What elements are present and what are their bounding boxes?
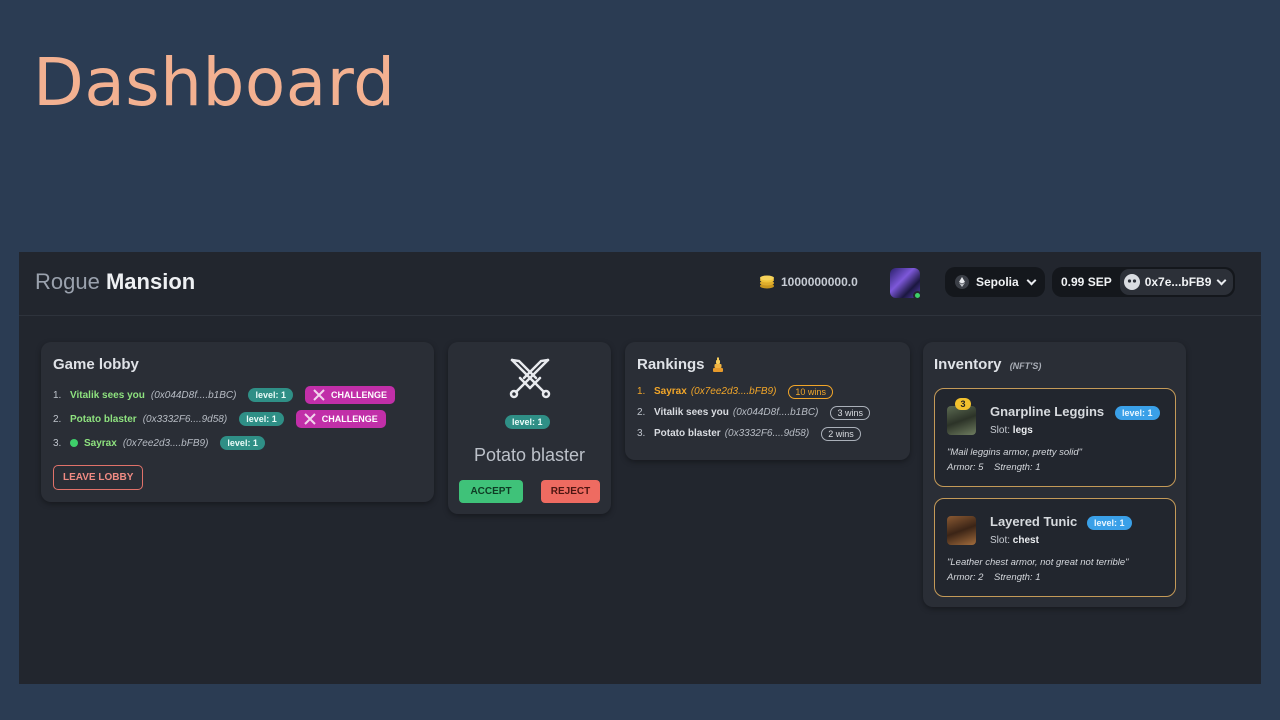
- player-address: (0x044D8f....b1BC): [732, 407, 819, 418]
- player-name: Vitalik sees you: [70, 389, 145, 401]
- leggings-icon: [947, 406, 976, 435]
- ranking-row: 1. Sayrax (0x7ee2d3....bFB9) 10 wins: [637, 381, 898, 402]
- item-name: Gnarpline Leggins: [990, 404, 1105, 419]
- chevron-down-icon: [1026, 275, 1037, 285]
- player-name: Vitalik sees you: [654, 407, 729, 418]
- coin-balance: 1000000000.0: [759, 274, 858, 290]
- trophy-icon: [712, 357, 723, 372]
- brand-text-light: Rogue: [35, 269, 100, 294]
- item-armor: Armor: 2: [947, 572, 984, 583]
- inventory-title-row: Inventory (NFT'S): [934, 356, 1175, 373]
- slot-label: Slot:: [990, 535, 1011, 546]
- inventory-item[interactable]: Layered Tunic level: 1 Slot: chest "Leat…: [934, 498, 1176, 597]
- rank-number: 1.: [637, 386, 646, 397]
- wins-badge: 10 wins: [788, 384, 833, 399]
- rankings-card: Rankings 1. Sayrax (0x7ee2d3....bFB9) 10…: [625, 342, 910, 460]
- wallet-avatar-icon: [1123, 274, 1140, 290]
- crossed-swords-icon: [509, 358, 551, 399]
- level-badge: level: 1: [505, 415, 550, 429]
- rank-number: 3.: [637, 428, 646, 439]
- player-address: (0x3332F6....9d58): [142, 413, 228, 425]
- wins-badge: 3 wins: [830, 405, 870, 420]
- item-description: "Leather chest armor, not great not terr…: [947, 557, 1129, 568]
- wallet-balance: 0.99 SEP: [1061, 275, 1112, 289]
- row-number: 3.: [53, 437, 62, 449]
- inventory-subtitle: (NFT'S): [1009, 361, 1042, 371]
- slot-value: legs: [1012, 425, 1033, 436]
- rank-number: 2.: [637, 407, 646, 418]
- wallet-address-button[interactable]: 0x7e...bFB9: [1119, 269, 1234, 295]
- tunic-icon: [947, 516, 976, 545]
- item-name: Layered Tunic: [990, 514, 1078, 529]
- level-badge: level: 1: [248, 388, 293, 402]
- ranking-row: 2. Vitalik sees you (0x044D8f....b1BC) 3…: [637, 402, 898, 423]
- player-address: (0x3332F6....9d58): [724, 428, 810, 439]
- player-address: (0x7ee2d3....bFB9): [122, 437, 209, 449]
- wallet-button[interactable]: 0.99 SEP 0x7e...bFB9: [1052, 267, 1236, 297]
- rankings-title-row: Rankings: [637, 356, 898, 373]
- item-count-badge: 3: [955, 398, 971, 410]
- leave-lobby-button[interactable]: LEAVE LOBBY: [53, 465, 144, 490]
- slide-title: Dashboard: [33, 44, 396, 121]
- brand-logo[interactable]: Rogue Mansion: [35, 269, 195, 295]
- player-name: Potato blaster: [654, 428, 721, 439]
- inventory-item[interactable]: 3 Gnarpline Leggins level: 1 Slot: legs …: [934, 388, 1176, 487]
- ethereum-icon: [955, 275, 969, 289]
- coin-amount: 1000000000.0: [781, 275, 858, 289]
- item-stats: Armor: 2 Strength: 1: [947, 572, 1040, 583]
- network-selector[interactable]: Sepolia: [945, 267, 1045, 297]
- level-badge: level: 1: [220, 436, 265, 450]
- accept-button[interactable]: ACCEPT: [459, 480, 523, 503]
- item-level-badge: level: 1: [1087, 516, 1132, 530]
- inventory-title: Inventory: [934, 356, 1002, 373]
- player-address: (0x7ee2d3....bFB9): [690, 386, 777, 397]
- duel-request-card: level: 1 Potato blaster ACCEPT REJECT: [448, 342, 611, 514]
- item-level-badge: level: 1: [1115, 406, 1160, 420]
- lobby-player-row: 3. Sayrax (0x7ee2d3....bFB9) level: 1: [53, 431, 422, 455]
- item-strength: Strength: 1: [994, 572, 1041, 583]
- game-lobby-card: Game lobby 1. Vitalik sees you (0x044D8f…: [41, 342, 434, 502]
- network-name: Sepolia: [976, 275, 1019, 289]
- lobby-player-row: 2. Potato blaster (0x3332F6....9d58) lev…: [53, 407, 422, 431]
- app-window: Rogue Mansion 1000000000.0 Sepolia 0.99 …: [19, 252, 1261, 684]
- user-avatar[interactable]: [890, 268, 922, 300]
- online-status-dot: [913, 291, 922, 300]
- slot-label: Slot:: [990, 425, 1011, 436]
- ranking-row: 3. Potato blaster (0x3332F6....9d58) 2 w…: [637, 423, 898, 444]
- row-number: 1.: [53, 389, 62, 401]
- online-status-dot: [70, 439, 78, 447]
- player-name: Sayrax: [654, 386, 687, 397]
- wins-badge: 2 wins: [821, 426, 861, 441]
- item-stats: Armor: 5 Strength: 1: [947, 462, 1040, 473]
- brand-text-bold: Mansion: [105, 269, 196, 294]
- challenge-button[interactable]: CHALLENGE: [295, 410, 386, 428]
- item-strength: Strength: 1: [994, 462, 1041, 473]
- challenge-button[interactable]: CHALLENGE: [305, 386, 395, 404]
- player-address: (0x044D8f....b1BC): [150, 389, 237, 401]
- game-lobby-title: Game lobby: [53, 356, 139, 373]
- item-armor: Armor: 5: [947, 462, 984, 473]
- player-name: Sayrax: [84, 437, 117, 449]
- app-header: Rogue Mansion 1000000000.0 Sepolia 0.99 …: [19, 252, 1261, 316]
- item-description: "Mail leggins armor, pretty solid": [947, 447, 1083, 458]
- opponent-name: Potato blaster: [473, 445, 586, 465]
- crossed-swords-icon: [304, 413, 316, 425]
- rankings-title: Rankings: [637, 356, 705, 373]
- inventory-card: Inventory (NFT'S) 3 Gnarpline Leggins le…: [923, 342, 1186, 607]
- lobby-player-row: 1. Vitalik sees you (0x044D8f....b1BC) l…: [53, 383, 422, 407]
- level-badge: level: 1: [239, 412, 284, 426]
- item-slot: Slot: legs: [990, 425, 1033, 436]
- reject-button[interactable]: REJECT: [541, 480, 600, 503]
- chevron-down-icon: [1216, 275, 1227, 285]
- item-slot: Slot: chest: [990, 535, 1039, 546]
- challenge-label: CHALLENGE: [331, 390, 387, 400]
- wallet-address: 0x7e...bFB9: [1144, 275, 1212, 289]
- crossed-swords-icon: [313, 389, 325, 401]
- challenge-label: CHALLENGE: [321, 414, 378, 424]
- player-name: Potato blaster: [70, 413, 137, 425]
- slot-value: chest: [1012, 535, 1039, 546]
- coin-stack-icon: [760, 275, 774, 289]
- row-number: 2.: [53, 413, 62, 425]
